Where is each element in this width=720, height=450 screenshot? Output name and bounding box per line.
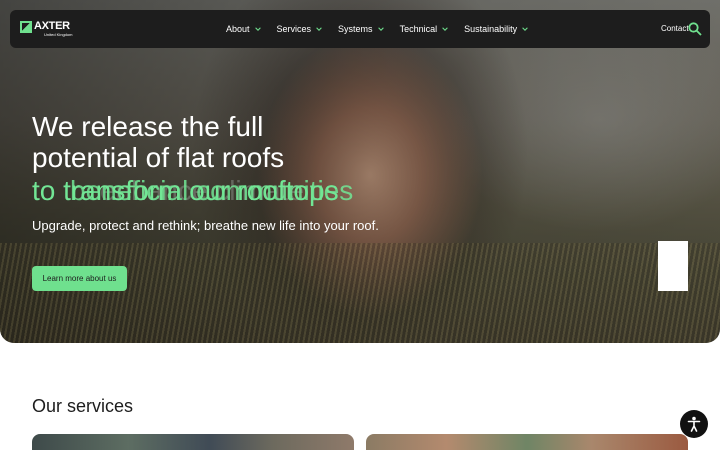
hero-foreground <box>0 243 720 343</box>
accessibility-icon <box>687 416 701 432</box>
nav-item-label: Systems <box>338 24 373 34</box>
top-navigation: AXTER United Kingdom About Services Syst… <box>10 10 710 48</box>
nav-item-about[interactable]: About <box>226 24 261 34</box>
hero-subtitle: Upgrade, protect and rethink; breathe ne… <box>32 218 379 233</box>
nav-item-sustainability[interactable]: Sustainability <box>464 24 528 34</box>
contact-link[interactable]: Contact <box>661 24 689 33</box>
chevron-down-icon <box>316 27 322 31</box>
logo-subtitle: United Kingdom <box>44 32 73 37</box>
service-card[interactable] <box>32 434 354 450</box>
search-icon[interactable] <box>688 22 702 36</box>
nav-item-label: Services <box>276 24 312 34</box>
chevron-down-icon <box>522 27 528 31</box>
services-heading: Our services <box>32 396 134 416</box>
main-menu: About Services Systems Technical Sustain… <box>226 10 544 48</box>
nav-item-technical[interactable]: Technical <box>400 24 449 34</box>
nav-item-systems[interactable]: Systems <box>338 24 384 34</box>
logo-mark-icon <box>20 21 32 33</box>
chevron-down-icon <box>254 27 261 31</box>
hero-title-line2: potential of flat roofs <box>32 142 285 173</box>
hero-side-panel <box>658 241 688 291</box>
nav-item-label: Sustainability <box>464 24 518 34</box>
nav-item-services[interactable]: Services <box>277 24 323 34</box>
hero-title-line1: We release the full <box>32 111 264 142</box>
learn-more-button[interactable]: Learn more about us <box>32 266 127 291</box>
hero-title: We release the full potential of flat ro… <box>32 111 412 173</box>
axter-logo[interactable]: AXTER United Kingdom <box>20 20 72 37</box>
service-card[interactable] <box>366 434 688 450</box>
accessibility-button[interactable] <box>680 410 708 438</box>
nav-item-label: Technical <box>399 24 438 34</box>
logo-wordmark: AXTER <box>34 20 70 32</box>
chevron-down-icon <box>377 27 384 31</box>
nav-item-label: About <box>226 24 250 34</box>
chevron-down-icon <box>442 27 448 31</box>
rotating-phrase: to transform our rooftops <box>32 175 339 206</box>
